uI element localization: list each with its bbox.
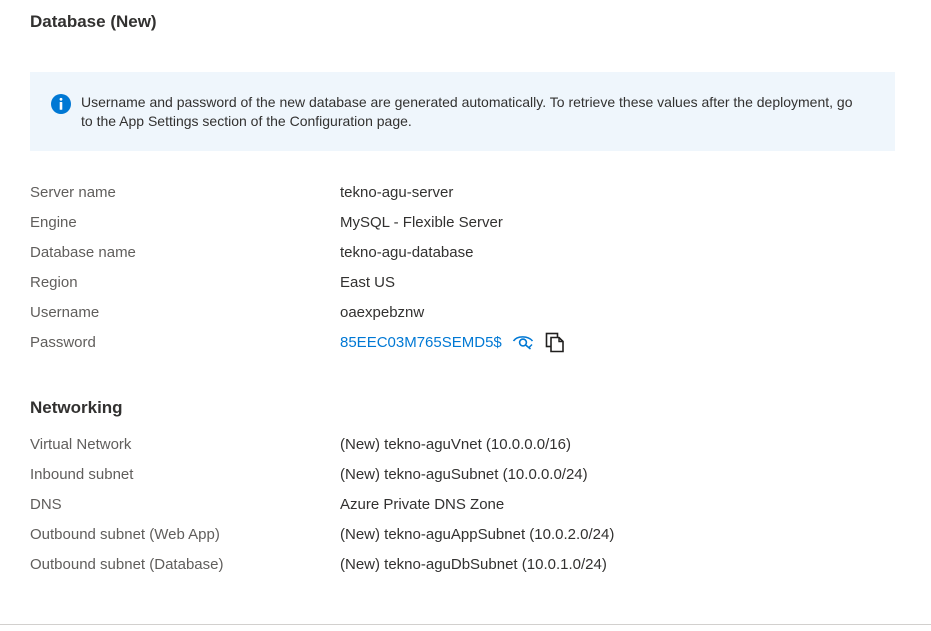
field-label: Outbound subnet (Web App) [30, 526, 220, 543]
field-server-name: Server name tekno-agu-server [30, 179, 910, 209]
password-value-link[interactable]: 85EEC03M765SEMD5$ [340, 334, 502, 351]
field-label: Server name [30, 184, 116, 201]
field-label: Region [30, 274, 78, 291]
copy-icon[interactable] [544, 331, 566, 357]
field-label: Username [30, 304, 100, 321]
field-label: Engine [30, 214, 77, 231]
divider [0, 624, 931, 625]
field-value: (New) tekno-aguAppSubnet (10.0.2.0/24) [340, 526, 615, 543]
field-engine: Engine MySQL - Flexible Server [30, 209, 910, 239]
field-value: tekno-agu-database [340, 244, 474, 261]
field-password: Password 85EEC03M765SEMD5$ [30, 329, 910, 359]
field-label: Database name [30, 244, 136, 261]
field-value: Azure Private DNS Zone [340, 496, 505, 513]
field-virtual-network: Virtual Network (New) tekno-aguVnet (10.… [30, 431, 910, 461]
field-value: MySQL - Flexible Server [340, 214, 503, 231]
field-dns: DNS Azure Private DNS Zone [30, 491, 910, 521]
field-outbound-subnet-webapp: Outbound subnet (Web App) (New) tekno-ag… [30, 521, 910, 551]
eye-hide-icon[interactable] [512, 334, 534, 354]
password-actions [512, 331, 566, 357]
field-value: tekno-agu-server [340, 184, 454, 201]
field-username: Username oaexpebznw [30, 299, 910, 329]
field-value: (New) tekno-aguDbSubnet (10.0.1.0/24) [340, 556, 607, 573]
field-region: Region East US [30, 269, 910, 299]
field-database-name: Database name tekno-agu-database [30, 239, 910, 269]
field-label: DNS [30, 496, 62, 513]
field-inbound-subnet: Inbound subnet (New) tekno-aguSubnet (10… [30, 461, 910, 491]
field-label: Password [30, 334, 96, 351]
info-message-bar: Username and password of the new databas… [30, 72, 895, 151]
field-value: East US [340, 274, 396, 291]
field-value: (New) tekno-aguSubnet (10.0.0.0/24) [340, 466, 588, 483]
database-section-title: Database (New) [30, 12, 157, 31]
field-outbound-subnet-database: Outbound subnet (Database) (New) tekno-a… [30, 551, 910, 581]
review-create-page: Database (New) Username and password of … [0, 0, 931, 631]
field-label: Outbound subnet (Database) [30, 556, 224, 573]
field-value: oaexpebznw [340, 304, 425, 321]
info-message-text: Username and password of the new databas… [81, 94, 853, 129]
field-label: Virtual Network [30, 436, 132, 453]
networking-section-title: Networking [30, 398, 123, 417]
field-value: (New) tekno-aguVnet (10.0.0.0/16) [340, 436, 571, 453]
field-label: Inbound subnet [30, 466, 134, 483]
info-icon [51, 94, 71, 114]
